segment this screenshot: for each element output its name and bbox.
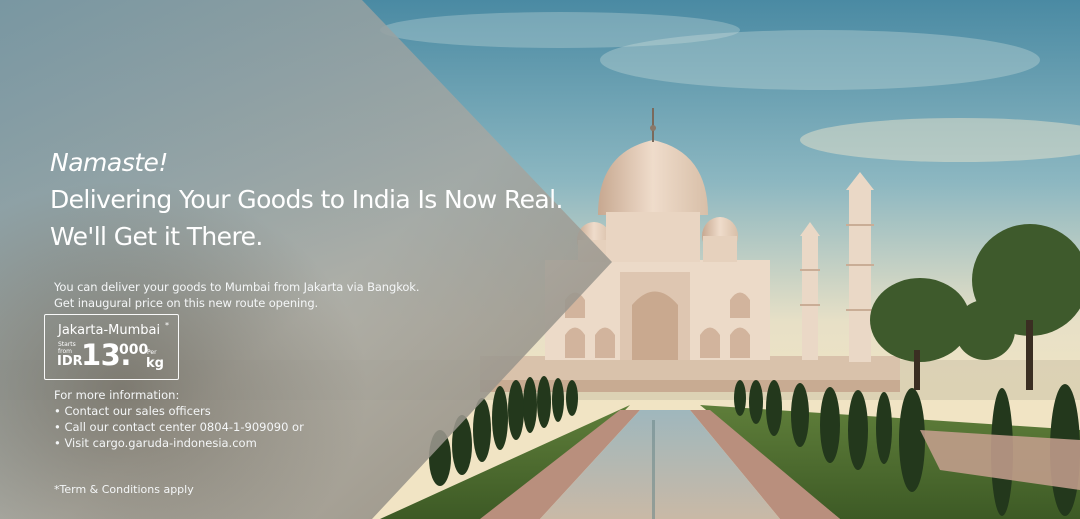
per-label: Per [147,349,157,356]
intro-line-2: Get inaugural price on this new route op… [54,296,319,310]
info-item-contact-center: • Call our contact center 0804-1-909090 … [54,420,304,434]
info-item-website[interactable]: • Visit cargo.garuda-indonesia.com [54,436,257,450]
terms-note: *Term & Conditions apply [54,483,194,496]
unit-label: kg [146,356,164,371]
headline-line-2: We'll Get it There. [50,222,263,251]
route-asterisk: * [165,321,169,330]
price-box: Jakarta-Mumbai * Starts from IDR 13. 000… [44,314,179,380]
headline-line-1: Delivering Your Goods to India Is Now Re… [50,185,563,214]
intro-line-1: You can deliver your goods to Mumbai fro… [54,280,420,294]
info-item-sales: • Contact our sales officers [54,404,211,418]
currency-label: IDR [57,354,83,369]
route-name: Jakarta-Mumbai [58,323,161,338]
info-heading: For more information: [54,388,180,402]
promo-banner: Namaste! Delivering Your Goods to India … [0,0,1080,519]
price-decimal: 000 [119,342,149,358]
headline-greeting: Namaste! [50,148,168,177]
